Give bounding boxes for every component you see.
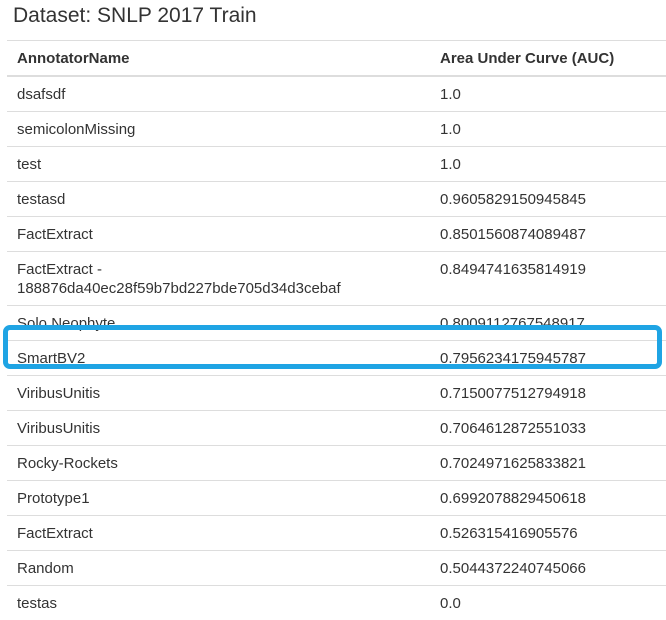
annotator-name-cell: ViribusUnitis bbox=[7, 411, 430, 446]
auc-cell: 0.5044372240745066 bbox=[430, 551, 666, 586]
auc-cell: 0.7024971625833821 bbox=[430, 446, 666, 481]
column-header-annotator-name: AnnotatorName bbox=[7, 41, 430, 77]
auc-cell: 0.526315416905576 bbox=[430, 516, 666, 551]
table-row: Random 0.5044372240745066 bbox=[7, 551, 666, 586]
annotator-name-cell: Random bbox=[7, 551, 430, 586]
auc-cell: 0.8501560874089487 bbox=[430, 217, 666, 252]
annotator-name-cell: testas bbox=[7, 586, 430, 620]
annotator-name-cell: Solo Neophyte bbox=[7, 306, 430, 341]
annotator-name-text: FactExtract - 188876da40ec28f59b7bd227bd… bbox=[17, 260, 420, 298]
table-row: ViribusUnitis 0.7064612872551033 bbox=[7, 411, 666, 446]
auc-cell: 1.0 bbox=[430, 112, 666, 147]
annotator-name-cell: ViribusUnitis bbox=[7, 376, 430, 411]
auc-cell: 0.7150077512794918 bbox=[430, 376, 666, 411]
annotator-name-cell: FactExtract - 188876da40ec28f59b7bd227bd… bbox=[7, 252, 430, 306]
auc-cell: 1.0 bbox=[430, 76, 666, 112]
auc-cell: 0.8009112767548917 bbox=[430, 306, 666, 341]
annotator-name-cell: test bbox=[7, 147, 430, 182]
annotator-name-cell: FactExtract bbox=[7, 217, 430, 252]
table-row: Prototype1 0.6992078829450618 bbox=[7, 481, 666, 516]
table-row: dsafsdf 1.0 bbox=[7, 76, 666, 112]
auc-cell: 0.9605829150945845 bbox=[430, 182, 666, 217]
annotator-name-cell: FactExtract bbox=[7, 516, 430, 551]
page-title: Dataset: SNLP 2017 Train bbox=[13, 4, 257, 28]
auc-cell: 0.7956234175945787 bbox=[430, 341, 666, 376]
table-row-highlighted: SmartBV2 0.7956234175945787 bbox=[7, 341, 666, 376]
results-table-container: AnnotatorName Area Under Curve (AUC) dsa… bbox=[7, 40, 666, 620]
annotator-name-cell: testasd bbox=[7, 182, 430, 217]
auc-cell: 0.8494741635814919 bbox=[430, 252, 666, 306]
table-row: ViribusUnitis 0.7150077512794918 bbox=[7, 376, 666, 411]
annotator-name-cell: SmartBV2 bbox=[7, 341, 430, 376]
auc-cell: 0.0 bbox=[430, 586, 666, 620]
auc-cell: 0.6992078829450618 bbox=[430, 481, 666, 516]
annotator-name-cell: dsafsdf bbox=[7, 76, 430, 112]
table-row: test 1.0 bbox=[7, 147, 666, 182]
annotator-name-cell: Rocky-Rockets bbox=[7, 446, 430, 481]
results-table: AnnotatorName Area Under Curve (AUC) dsa… bbox=[7, 40, 666, 620]
auc-cell: 1.0 bbox=[430, 147, 666, 182]
auc-cell: 0.7064612872551033 bbox=[430, 411, 666, 446]
column-header-auc: Area Under Curve (AUC) bbox=[430, 41, 666, 77]
table-row: FactExtract 0.8501560874089487 bbox=[7, 217, 666, 252]
table-row: FactExtract 0.526315416905576 bbox=[7, 516, 666, 551]
table-row: testasd 0.9605829150945845 bbox=[7, 182, 666, 217]
table-row: testas 0.0 bbox=[7, 586, 666, 620]
table-row: Solo Neophyte 0.8009112767548917 bbox=[7, 306, 666, 341]
annotator-name-cell: Prototype1 bbox=[7, 481, 430, 516]
table-body: dsafsdf 1.0 semicolonMissing 1.0 test 1.… bbox=[7, 76, 666, 620]
table-header-row: AnnotatorName Area Under Curve (AUC) bbox=[7, 41, 666, 77]
table-row: Rocky-Rockets 0.7024971625833821 bbox=[7, 446, 666, 481]
table-header: AnnotatorName Area Under Curve (AUC) bbox=[7, 41, 666, 77]
table-row: FactExtract - 188876da40ec28f59b7bd227bd… bbox=[7, 252, 666, 306]
annotator-name-cell: semicolonMissing bbox=[7, 112, 430, 147]
table-row: semicolonMissing 1.0 bbox=[7, 112, 666, 147]
